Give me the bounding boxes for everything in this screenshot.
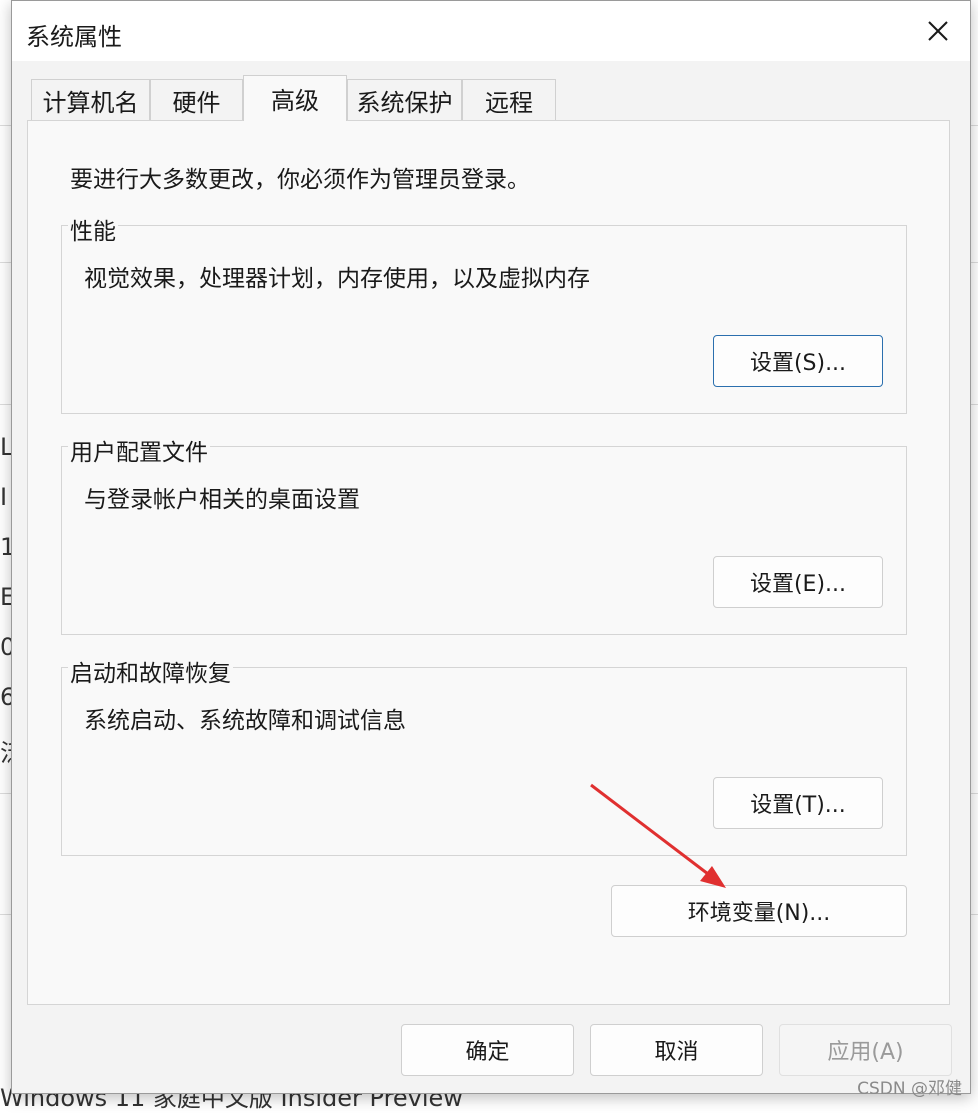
admin-notice: 要进行大多数更改，你必须作为管理员登录。 — [70, 167, 530, 193]
apply-button[interactable]: 应用(A) — [779, 1024, 952, 1076]
dialog-title: 系统属性 — [26, 23, 122, 51]
tab-computer-name[interactable]: 计算机名 — [31, 79, 150, 121]
startup-recovery-settings-button[interactable]: 设置(T)... — [713, 777, 883, 829]
system-properties-dialog: 系统属性 计算机名 硬件 高级 系统保护 远程 要进行大多数更改，你必须作为管理… — [11, 0, 971, 1094]
group-description: 系统启动、系统故障和调试信息 — [84, 708, 406, 734]
performance-group: 性能 视觉效果，处理器计划，内存使用，以及虚拟内存 设置(S)... — [61, 212, 907, 414]
startup-recovery-group: 启动和故障恢复 系统启动、系统故障和调试信息 设置(T)... — [61, 654, 907, 856]
user-profiles-group: 用户配置文件 与登录帐户相关的桌面设置 设置(E)... — [61, 433, 907, 635]
cancel-button[interactable]: 取消 — [590, 1024, 763, 1076]
performance-settings-button[interactable]: 设置(S)... — [713, 335, 883, 387]
tab-system-protection[interactable]: 系统保护 — [347, 79, 462, 121]
close-button[interactable] — [916, 11, 960, 51]
title-bar: 系统属性 — [12, 1, 970, 61]
tab-hardware[interactable]: 硬件 — [150, 79, 243, 121]
group-description: 视觉效果，处理器计划，内存使用，以及虚拟内存 — [84, 266, 590, 292]
tab-advanced[interactable]: 高级 — [243, 75, 347, 121]
group-title: 用户配置文件 — [68, 433, 210, 467]
environment-variables-button[interactable]: 环境变量(N)... — [611, 885, 907, 937]
close-icon — [928, 21, 948, 41]
user-profiles-settings-button[interactable]: 设置(E)... — [713, 556, 883, 608]
group-description: 与登录帐户相关的桌面设置 — [84, 487, 360, 513]
advanced-tab-panel: 要进行大多数更改，你必须作为管理员登录。 性能 视觉效果，处理器计划，内存使用，… — [27, 120, 950, 1005]
bg-text-char: I — [0, 483, 8, 511]
tab-remote[interactable]: 远程 — [462, 79, 556, 121]
watermark: CSDN @邓健 — [857, 1079, 962, 1099]
ok-button[interactable]: 确定 — [401, 1024, 574, 1076]
group-title: 性能 — [68, 212, 118, 246]
group-title: 启动和故障恢复 — [68, 654, 233, 688]
